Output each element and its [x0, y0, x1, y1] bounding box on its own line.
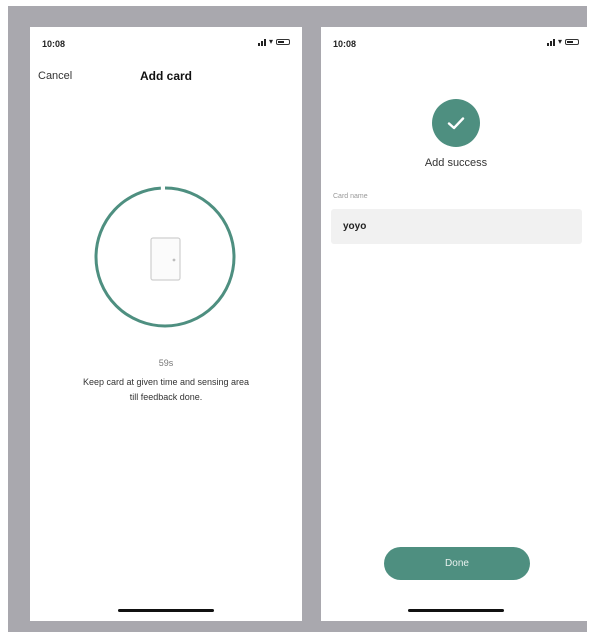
signal-icon	[546, 38, 555, 46]
success-badge	[432, 99, 480, 147]
add-card-screen: 10:08 ▾ Cancel Add card 59s Keep card at…	[30, 27, 302, 621]
card-name-input[interactable]	[331, 209, 582, 244]
wifi-icon: ▾	[268, 37, 273, 46]
checkmark-icon	[447, 117, 465, 130]
battery-icon	[565, 39, 579, 45]
add-success-screen: 10:08 ▾ Add success Card name Done	[321, 27, 591, 621]
status-time: 10:08	[333, 39, 357, 49]
battery-icon	[276, 39, 290, 45]
door-icon	[150, 237, 181, 281]
status-icons: ▾	[257, 37, 290, 46]
home-indicator[interactable]	[118, 609, 214, 612]
success-message: Add success	[424, 157, 488, 169]
signal-icon	[257, 38, 266, 46]
screenshot-frame: 10:08 ▾ Cancel Add card 59s Keep card at…	[8, 6, 591, 632]
instruction-line-2: till feedback done.	[129, 392, 203, 402]
progress-ring	[94, 186, 236, 328]
wifi-icon: ▾	[557, 37, 562, 46]
countdown-timer: 59s	[158, 358, 174, 368]
page-title: Add card	[139, 69, 192, 83]
done-button[interactable]: Done	[384, 547, 530, 580]
status-time: 10:08	[42, 39, 66, 49]
instruction-text: Keep card at given time and sensing area…	[30, 375, 302, 405]
home-indicator[interactable]	[408, 609, 504, 612]
card-name-label: Card name	[333, 193, 368, 200]
status-icons: ▾	[546, 37, 579, 46]
instruction-line-1: Keep card at given time and sensing area	[82, 377, 250, 387]
